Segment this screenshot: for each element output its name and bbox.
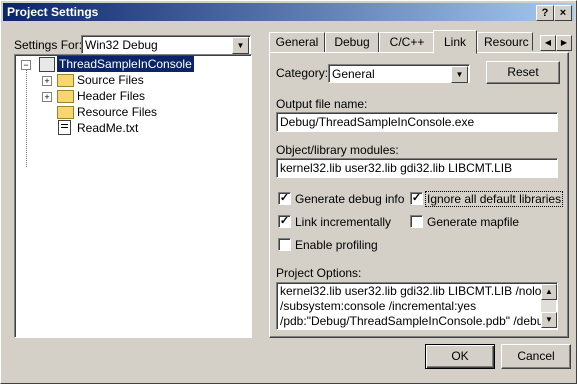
generate-debug-info-checkbox[interactable]: ✓ xyxy=(278,192,291,205)
link-incrementally-checkbox[interactable]: ✓ xyxy=(278,215,291,228)
tab-scroll-left-icon[interactable]: ◀ xyxy=(540,35,556,51)
tree-item-label: Source Files xyxy=(77,73,144,87)
tree-item-label: Resource Files xyxy=(77,105,158,119)
category-combo[interactable]: General ▼ xyxy=(328,64,470,83)
text-file-icon xyxy=(58,120,71,135)
options-scrollbar[interactable]: ▲ ▼ xyxy=(541,284,557,328)
ignore-default-libraries-label: Ignore all default libraries xyxy=(425,191,564,207)
reset-button[interactable]: Reset xyxy=(486,61,560,84)
window-title: Project Settings xyxy=(7,5,99,19)
chevron-down-icon[interactable]: ▼ xyxy=(232,37,249,54)
settings-for-value: Win32 Debug xyxy=(85,38,158,52)
tree-item-label: ReadMe.txt xyxy=(77,121,139,135)
tree-item-header-files[interactable]: Header Files xyxy=(77,88,145,104)
tab-link[interactable]: Link xyxy=(433,30,477,54)
output-file-label: Output file name: xyxy=(276,97,368,111)
tab-scroll-right-icon[interactable]: ▶ xyxy=(556,35,572,51)
chevron-down-icon[interactable]: ▼ xyxy=(451,66,468,83)
tree-item-source-files[interactable]: Source Files xyxy=(77,72,144,88)
tab-label: Debug xyxy=(334,35,370,49)
tree-root-project[interactable]: ThreadSampleInConsole xyxy=(57,56,194,72)
reset-label: Reset xyxy=(507,65,539,79)
tree-item-label: Header Files xyxy=(77,89,146,103)
tab-label: Resourc xyxy=(484,35,529,49)
settings-for-label: Settings For: xyxy=(14,38,83,52)
modules-value: kernel32.lib user32.lib gdi32.lib LIBCMT… xyxy=(280,161,513,175)
collapse-icon[interactable]: − xyxy=(21,60,31,70)
project-settings-dialog: Project Settings ? × Settings For: Win32… xyxy=(0,0,577,384)
tab-cc[interactable]: C/C++ xyxy=(379,32,435,53)
settings-for-combo[interactable]: Win32 Debug ▼ xyxy=(81,35,251,54)
link-incrementally-label: Link incrementally xyxy=(295,215,392,229)
tab-label: General xyxy=(275,35,319,49)
generate-debug-info-label: Generate debug info xyxy=(295,192,405,206)
project-options-textarea[interactable]: kernel32.lib user32.lib gdi32.lib LIBCMT… xyxy=(276,282,558,330)
ok-button[interactable]: OK xyxy=(425,344,495,369)
enable-profiling-checkbox[interactable] xyxy=(278,238,291,251)
enable-profiling-label: Enable profiling xyxy=(295,238,378,252)
ignore-default-libraries-checkbox[interactable]: ✓ xyxy=(410,192,423,205)
project-icon xyxy=(39,57,55,72)
project-tree[interactable]: − ThreadSampleInConsole + Source Files +… xyxy=(14,54,252,338)
tab-label: C/C++ xyxy=(389,35,425,49)
tree-root-label: ThreadSampleInConsole xyxy=(59,57,192,71)
options-line-1: kernel32.lib user32.lib gdi32.lib LIBCMT… xyxy=(280,284,555,298)
cancel-button[interactable]: Cancel xyxy=(501,344,571,369)
generate-mapfile-checkbox[interactable] xyxy=(410,215,423,228)
title-bar[interactable]: Project Settings ? × xyxy=(3,3,574,21)
ok-label: OK xyxy=(451,349,469,363)
options-line-3: /pdb:"Debug/ThreadSampleInConsole.pdb" /… xyxy=(280,314,551,328)
scroll-up-icon[interactable]: ▲ xyxy=(541,284,557,300)
options-line-2: /subsystem:console /incremental:yes xyxy=(280,299,477,313)
link-tab-panel: Category: General ▼ Reset Output file na… xyxy=(269,52,569,338)
output-file-value: Debug/ThreadSampleInConsole.exe xyxy=(280,115,475,129)
category-label: Category: xyxy=(276,66,329,80)
generate-mapfile-label: Generate mapfile xyxy=(427,215,520,229)
folder-icon xyxy=(57,90,74,103)
cancel-label: Cancel xyxy=(517,349,555,363)
tree-item-resource-files[interactable]: Resource Files xyxy=(77,104,157,120)
expand-icon[interactable]: + xyxy=(42,76,52,86)
category-value: General xyxy=(332,67,375,81)
scroll-down-icon[interactable]: ▼ xyxy=(541,312,557,328)
tab-general[interactable]: General xyxy=(269,32,325,53)
folder-icon xyxy=(57,106,74,119)
output-file-input[interactable]: Debug/ThreadSampleInConsole.exe xyxy=(276,112,558,132)
tab-resources[interactable]: Resourc xyxy=(477,32,533,51)
close-button[interactable]: × xyxy=(554,5,572,21)
tab-label: Link xyxy=(443,35,466,49)
modules-label: Object/library modules: xyxy=(276,143,399,157)
expand-icon[interactable]: + xyxy=(42,92,52,102)
tree-item-readme[interactable]: ReadMe.txt xyxy=(77,120,138,136)
tab-debug[interactable]: Debug xyxy=(325,32,379,53)
project-options-label: Project Options: xyxy=(276,266,362,280)
modules-input[interactable]: kernel32.lib user32.lib gdi32.lib LIBCMT… xyxy=(276,158,558,178)
folder-icon xyxy=(57,74,74,87)
help-button[interactable]: ? xyxy=(536,5,554,21)
